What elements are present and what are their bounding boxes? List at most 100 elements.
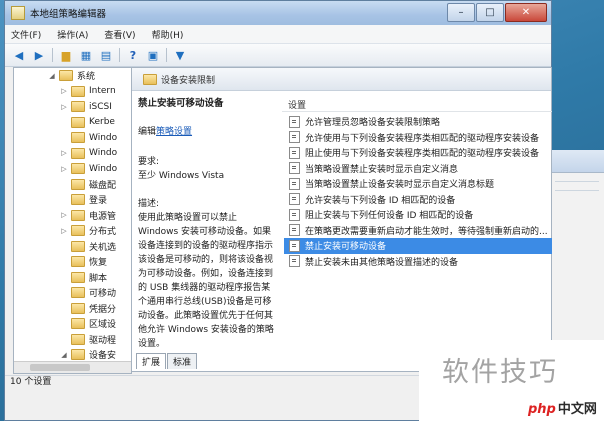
tree-item-label: 磁盘配	[89, 180, 117, 191]
tree-item[interactable]: 登录	[14, 192, 131, 208]
edit-policy-link[interactable]: 策略设置	[156, 127, 192, 137]
background-window-line	[555, 190, 599, 191]
details-header: 设备安装限制	[132, 68, 551, 91]
description-panel: 禁止安装可移动设备 编辑策略设置 要求: 至少 Windows Vista 描述…	[132, 91, 280, 359]
tree-item[interactable]: 可移动	[14, 285, 131, 301]
policy-item[interactable]: 允许使用与下列设备安装程序类相匹配的驱动程序安装设备	[284, 130, 552, 146]
minimize-button[interactable]: –	[447, 3, 475, 22]
policy-item[interactable]: 阻止使用与下列设备安装程序类相匹配的驱动程序安装设备	[284, 145, 552, 161]
filter-icon[interactable]: ▼	[172, 47, 188, 63]
watermark-text: 软件技巧	[442, 357, 558, 388]
tree-item[interactable]: 恢复	[14, 254, 131, 270]
forward-arrow-icon[interactable]: ▶	[31, 47, 47, 63]
policy-list[interactable]: 允许管理员忽略设备安装限制策略允许使用与下列设备安装程序类相匹配的驱动程序安装设…	[284, 114, 552, 269]
tree-item-label: 分布式	[89, 227, 117, 238]
tree-expander-icon[interactable]: ▷	[60, 211, 68, 219]
folder-icon	[71, 116, 85, 128]
tab-extended[interactable]: 扩展	[136, 353, 167, 369]
tree-item[interactable]: 磁盘配	[14, 177, 131, 193]
tree-item[interactable]: 关机选	[14, 239, 131, 255]
tree-item[interactable]: 驱动程	[14, 332, 131, 348]
folder-icon	[71, 163, 85, 175]
tree-item[interactable]: Windo	[14, 130, 131, 146]
back-arrow-icon[interactable]: ◀	[11, 47, 27, 63]
folder-icon	[71, 349, 85, 361]
tree-item[interactable]: ▷ Windo	[14, 146, 131, 162]
scrollbar-thumb[interactable]	[30, 364, 90, 371]
folder-icon	[71, 287, 85, 299]
policy-item[interactable]: 阻止安装与下列任何设备 ID 相匹配的设备	[284, 207, 552, 223]
tree-expander-icon[interactable]: ▷	[60, 165, 68, 173]
folder-icon	[71, 302, 85, 314]
policy-setting-icon	[289, 193, 300, 206]
menu-action[interactable]: 操作(A)	[57, 28, 88, 41]
tree-item[interactable]: ▷ Windo	[14, 161, 131, 177]
description-text: 使用此策略设置可以禁止 Windows 安装可移动设备。如果设备连接到的设备的驱…	[138, 213, 274, 349]
policy-item[interactable]: 允许安装与下列设备 ID 相匹配的设备	[284, 192, 552, 208]
description-block: 描述: 使用此策略设置可以禁止 Windows 安装可移动设备。如果设备连接到的…	[138, 197, 276, 351]
tree-expander-icon[interactable]: ▷	[60, 103, 68, 111]
policy-setting-icon	[289, 115, 300, 128]
toolbar-separator	[119, 48, 120, 62]
tree-item[interactable]: ▷ Intern	[14, 84, 131, 100]
help-icon[interactable]: ?	[125, 47, 141, 63]
up-folder-icon[interactable]: ▆	[58, 47, 74, 63]
policy-item-label: 在策略更改需要重新启动才能生效时，等待强制重新启动的...	[305, 226, 548, 237]
policy-setting-icon	[289, 224, 300, 237]
tree-expander-icon[interactable]: ◢	[60, 351, 68, 359]
tree-item[interactable]: 区域设	[14, 316, 131, 332]
navigation-tree[interactable]: ◢ 系统 ▷ Intern ▷ iSCSI Kerbe Windo ▷ Windo ▷ Windo 磁盘…	[13, 67, 132, 374]
policy-item[interactable]: 当策略设置禁止设备安装时显示自定义消息标题	[284, 176, 552, 192]
policy-item[interactable]: 禁止安装可移动设备	[284, 238, 552, 254]
show-hide-tree-icon[interactable]: ▦	[78, 47, 94, 63]
background-window-line	[555, 181, 599, 182]
tree-item[interactable]: 脚本	[14, 270, 131, 286]
tree-item[interactable]: ▷ iSCSI	[14, 99, 131, 115]
tree-item-label: 关机选	[89, 242, 117, 253]
policy-setting-icon	[289, 131, 300, 144]
folder-icon	[143, 73, 157, 85]
view-tabs: 扩展 标准	[136, 353, 198, 369]
tree-expander-icon[interactable]: ▷	[60, 149, 68, 157]
app-icon	[11, 6, 25, 20]
edit-line: 编辑策略设置	[138, 125, 276, 139]
policy-item-label: 允许使用与下列设备安装程序类相匹配的驱动程序安装设备	[305, 133, 540, 144]
tree-item-label: Windo	[89, 132, 118, 143]
properties-icon[interactable]: ▣	[145, 47, 161, 63]
tree-item-label: 恢复	[89, 258, 108, 269]
tree-expander-icon[interactable]: ▷	[60, 87, 68, 95]
policy-item[interactable]: 在策略更改需要重新启动才能生效时，等待强制重新启动的...	[284, 223, 552, 239]
policy-item[interactable]: 允许管理员忽略设备安装限制策略	[284, 114, 552, 130]
tree-item[interactable]: 凭据分	[14, 301, 131, 317]
tree-item[interactable]: ▷ 分布式	[14, 223, 131, 239]
maximize-button[interactable]: □	[476, 3, 504, 22]
tree-item-label: 登录	[89, 196, 108, 207]
title-bar[interactable]: 本地组策略编辑器 – □ ✕	[5, 1, 551, 25]
tree-item-label: 电源管	[89, 211, 117, 222]
folder-icon	[71, 132, 85, 144]
close-button[interactable]: ✕	[505, 3, 547, 22]
details-header-title: 设备安装限制	[161, 75, 216, 86]
policy-item[interactable]: 当策略设置禁止安装时显示自定义消息	[284, 161, 552, 177]
policy-item-label: 禁止安装可移动设备	[305, 242, 387, 253]
tree-expander-icon[interactable]: ◢	[48, 72, 56, 80]
folder-icon	[71, 256, 85, 268]
menu-view[interactable]: 查看(V)	[104, 28, 135, 41]
tree-expander-icon[interactable]: ▷	[60, 227, 68, 235]
policy-setting-icon	[289, 162, 300, 175]
tree-horizontal-scrollbar[interactable]	[14, 361, 131, 373]
policy-item-label: 允许安装与下列设备 ID 相匹配的设备	[305, 195, 456, 206]
export-list-icon[interactable]: ▤	[98, 47, 114, 63]
tab-standard[interactable]: 标准	[167, 353, 198, 369]
requirement-label: 要求:	[138, 157, 160, 167]
tree-item-label: 凭据分	[89, 304, 117, 315]
tree-item[interactable]: ▷ 电源管	[14, 208, 131, 224]
tree-item[interactable]: ◢ 系统	[14, 68, 131, 84]
menu-help[interactable]: 帮助(H)	[152, 28, 184, 41]
menu-file[interactable]: 文件(F)	[11, 28, 41, 41]
description-label: 描述:	[138, 199, 160, 209]
tree-item[interactable]: Kerbe	[14, 115, 131, 131]
column-header-setting[interactable]: 设置	[282, 98, 552, 112]
policy-item[interactable]: 禁止安装未由其他策略设置描述的设备	[284, 254, 552, 270]
tree-item-label: 脚本	[89, 273, 108, 284]
